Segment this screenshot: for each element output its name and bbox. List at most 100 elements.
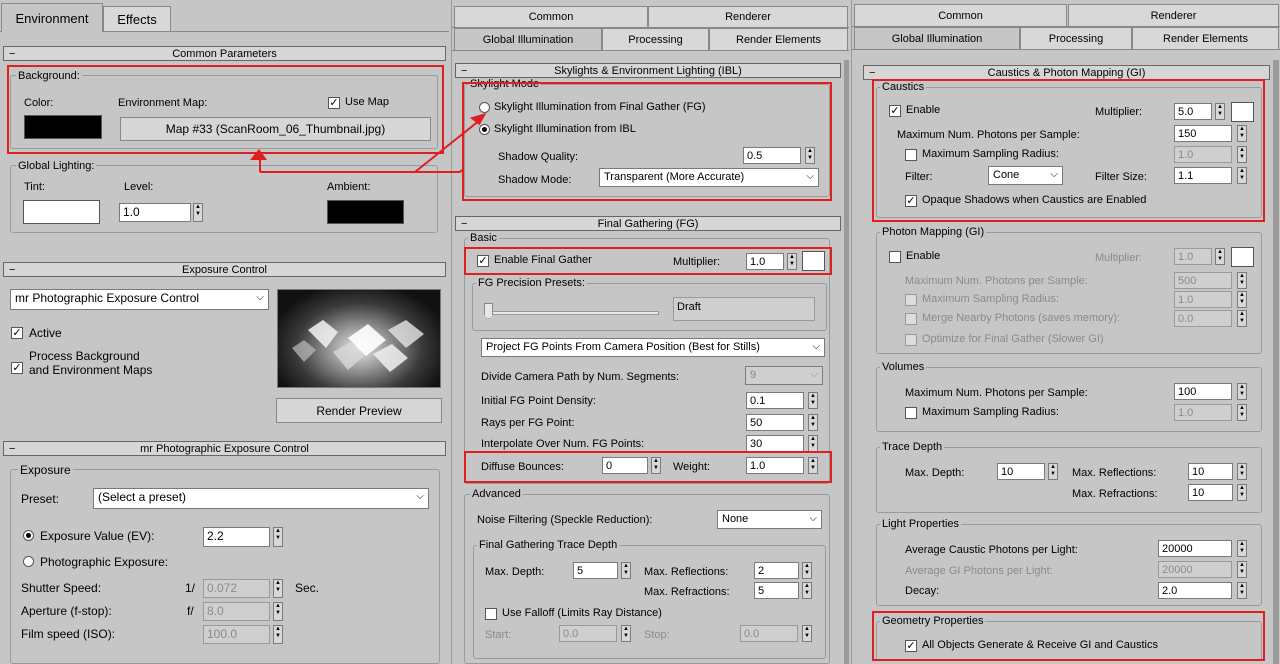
avg-gi-photons-input[interactable]: 20000 bbox=[1158, 561, 1232, 578]
decay-input[interactable]: 2.0 bbox=[1158, 582, 1232, 599]
volumes-max-photons-spinner[interactable]: ▲ ▼ bbox=[1237, 383, 1247, 400]
ambient-color-swatch[interactable] bbox=[327, 200, 404, 224]
highlight-enable-final-gather bbox=[464, 247, 832, 275]
highlight-caustics bbox=[872, 79, 1265, 222]
aperture-input[interactable]: 8.0 bbox=[203, 602, 270, 621]
tab-render-elements[interactable]: Render Elements bbox=[1132, 27, 1279, 49]
fg-max-refractions-spinner[interactable]: ▲ ▼ bbox=[802, 582, 812, 599]
avg-gi-photons-spinner[interactable]: ▲ ▼ bbox=[1237, 561, 1247, 578]
falloff-start-spinner[interactable]: ▲ ▼ bbox=[621, 625, 631, 642]
rollout-final-gathering[interactable]: − Final Gathering (FG) bbox=[455, 216, 841, 231]
merge-photons-checkbox[interactable] bbox=[905, 313, 917, 325]
noise-filtering-dropdown[interactable]: None ⌵ bbox=[717, 510, 822, 529]
tab-renderer[interactable]: Renderer bbox=[648, 6, 848, 27]
project-fg-dropdown[interactable]: Project FG Points From Camera Position (… bbox=[481, 338, 825, 357]
rays-per-point-spinner[interactable]: ▲ ▼ bbox=[808, 414, 818, 431]
fg-max-depth-spinner[interactable]: ▲ ▼ bbox=[621, 562, 631, 579]
volumes-max-radius-checkbox[interactable] bbox=[905, 407, 917, 419]
volumes-max-radius-spinner[interactable]: ▲ ▼ bbox=[1237, 404, 1247, 421]
decay-spinner[interactable]: ▲ ▼ bbox=[1237, 582, 1247, 599]
merge-photons-input[interactable]: 0.0 bbox=[1174, 310, 1232, 327]
exposure-value-spinner[interactable]: ▲ ▼ bbox=[273, 527, 283, 547]
avg-caustic-photons-spinner[interactable]: ▲ ▼ bbox=[1237, 540, 1247, 557]
rollout-common-parameters[interactable]: − Common Parameters bbox=[3, 46, 446, 61]
fg-max-depth-input[interactable]: 5 bbox=[573, 562, 618, 579]
tab-renderer[interactable]: Renderer bbox=[1068, 4, 1279, 26]
tab-environment[interactable]: Environment bbox=[1, 3, 103, 32]
trace-max-depth-input[interactable]: 10 bbox=[997, 463, 1045, 480]
fg-preset-slider-track[interactable] bbox=[485, 311, 659, 315]
tab-common[interactable]: Common bbox=[854, 4, 1067, 26]
avg-caustic-photons-input[interactable]: 20000 bbox=[1158, 540, 1232, 557]
falloff-stop-spinner[interactable]: ▲ ▼ bbox=[802, 625, 812, 642]
photographic-exposure-radio[interactable] bbox=[23, 556, 34, 567]
preset-dropdown[interactable]: (Select a preset) ⌵ bbox=[93, 488, 429, 509]
use-falloff-checkbox[interactable] bbox=[485, 608, 497, 620]
rollout-skylights-ibl[interactable]: − Skylights & Environment Lighting (IBL) bbox=[455, 63, 841, 78]
shutter-speed-input[interactable]: 0.072 bbox=[203, 579, 270, 598]
optimize-fg-checkbox[interactable] bbox=[905, 334, 917, 346]
photon-max-photons-input[interactable]: 500 bbox=[1174, 272, 1232, 289]
tab-processing[interactable]: Processing bbox=[1020, 27, 1132, 49]
shutter-speed-spinner[interactable]: ▲ ▼ bbox=[273, 579, 283, 598]
photon-max-photons-spinner[interactable]: ▲ ▼ bbox=[1237, 272, 1247, 289]
tint-color-swatch[interactable] bbox=[23, 200, 100, 224]
trace-max-refractions-input[interactable]: 10 bbox=[1188, 484, 1233, 501]
shutter-prefix: 1/ bbox=[185, 581, 196, 595]
scrollbar[interactable] bbox=[844, 60, 849, 664]
fg-max-refractions-input[interactable]: 5 bbox=[754, 582, 799, 599]
fg-density-spinner[interactable]: ▲ ▼ bbox=[808, 392, 818, 409]
active-checkbox[interactable]: ✓ bbox=[11, 327, 23, 339]
tab-global-illumination[interactable]: Global Illumination bbox=[454, 28, 602, 50]
photon-enable-checkbox[interactable] bbox=[889, 251, 901, 263]
tab-global-illumination[interactable]: Global Illumination bbox=[854, 27, 1020, 49]
scrollbar[interactable] bbox=[1273, 60, 1279, 664]
divide-camera-dropdown[interactable]: 9 ⌵ bbox=[745, 366, 823, 385]
tab-divider bbox=[852, 49, 1280, 50]
falloff-stop-input[interactable]: 0.0 bbox=[740, 625, 798, 642]
aperture-spinner[interactable]: ▲ ▼ bbox=[273, 602, 283, 621]
exposure-value-radio[interactable] bbox=[23, 530, 34, 541]
volumes-max-radius-input[interactable]: 1.0 bbox=[1174, 404, 1232, 421]
exposure-value-input[interactable]: 2.2 bbox=[203, 527, 270, 547]
film-speed-spinner[interactable]: ▲ ▼ bbox=[273, 625, 283, 644]
tab-common[interactable]: Common bbox=[454, 6, 648, 27]
volumes-max-photons-input[interactable]: 100 bbox=[1174, 383, 1232, 400]
merge-photons-spinner[interactable]: ▲ ▼ bbox=[1237, 310, 1247, 327]
fg-max-refractions-label: Max. Refractions: bbox=[644, 586, 730, 598]
level-spinner[interactable]: ▲ ▼ bbox=[193, 203, 203, 222]
rays-per-point-input[interactable]: 50 bbox=[746, 414, 804, 431]
interpolate-input[interactable]: 30 bbox=[746, 435, 804, 452]
rollout-exposure-control[interactable]: − Exposure Control bbox=[3, 262, 446, 277]
trace-max-depth-spinner[interactable]: ▲ ▼ bbox=[1048, 463, 1058, 480]
rollout-caustics-photon-mapping[interactable]: − Caustics & Photon Mapping (GI) bbox=[863, 65, 1270, 80]
tab-processing[interactable]: Processing bbox=[602, 28, 709, 50]
photon-color-swatch[interactable] bbox=[1231, 247, 1254, 267]
rollout-mr-photographic-exposure[interactable]: − mr Photographic Exposure Control bbox=[3, 441, 446, 456]
film-speed-input[interactable]: 100.0 bbox=[203, 625, 270, 644]
trace-max-reflections-spinner[interactable]: ▲ ▼ bbox=[1237, 463, 1247, 480]
interpolate-spinner[interactable]: ▲ ▼ bbox=[808, 435, 818, 452]
highlight-geometry-properties bbox=[872, 611, 1265, 661]
aperture-prefix: f/ bbox=[187, 604, 194, 618]
trace-max-refractions-spinner[interactable]: ▲ ▼ bbox=[1237, 484, 1247, 501]
falloff-start-input[interactable]: 0.0 bbox=[559, 625, 617, 642]
process-background-checkbox[interactable]: ✓ bbox=[11, 362, 23, 374]
photon-max-radius-input[interactable]: 1.0 bbox=[1174, 291, 1232, 308]
avg-caustic-photons-label: Average Caustic Photons per Light: bbox=[905, 544, 1078, 556]
photon-max-radius-spinner[interactable]: ▲ ▼ bbox=[1237, 291, 1247, 308]
fg-max-reflections-spinner[interactable]: ▲ ▼ bbox=[802, 562, 812, 579]
fg-density-input[interactable]: 0.1 bbox=[746, 392, 804, 409]
photon-max-radius-checkbox[interactable] bbox=[905, 294, 917, 306]
level-input[interactable]: 1.0 bbox=[119, 203, 191, 222]
render-preview-button[interactable]: Render Preview bbox=[276, 398, 442, 423]
trace-max-reflections-input[interactable]: 10 bbox=[1188, 463, 1233, 480]
exposure-type-dropdown[interactable]: mr Photographic Exposure Control ⌵ bbox=[10, 289, 269, 310]
photon-multiplier-input[interactable]: 1.0 bbox=[1174, 248, 1212, 265]
fg-max-reflections-input[interactable]: 2 bbox=[754, 562, 799, 579]
film-speed-label: Film speed (ISO): bbox=[21, 627, 116, 641]
highlight-diffuse-bounces bbox=[464, 451, 832, 483]
tab-render-elements[interactable]: Render Elements bbox=[709, 28, 848, 50]
tab-effects[interactable]: Effects bbox=[103, 6, 171, 31]
photon-multiplier-spinner[interactable]: ▲ ▼ bbox=[1215, 248, 1225, 265]
